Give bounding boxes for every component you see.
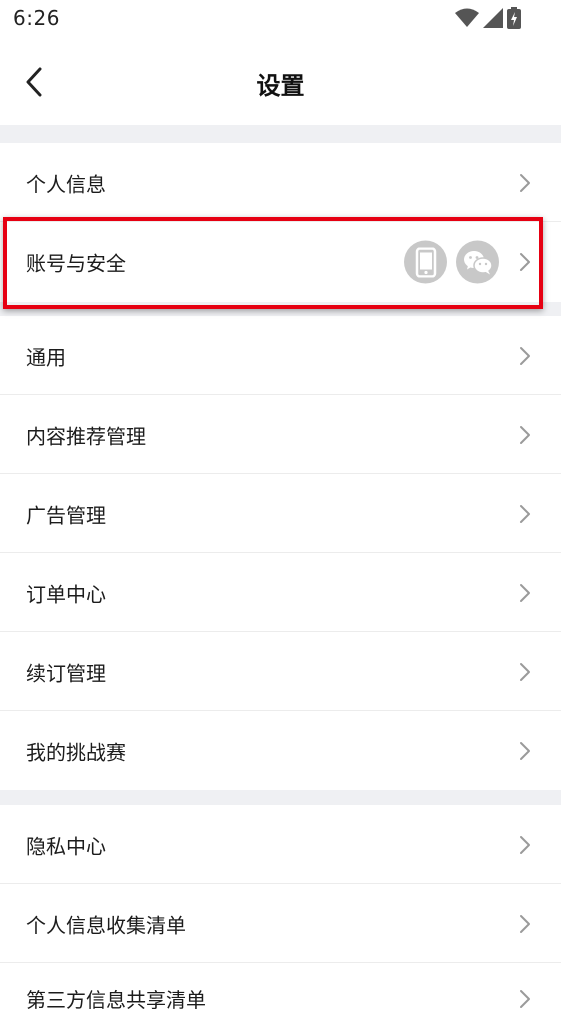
chevron-right-icon [520,662,530,681]
signal-icon [483,8,503,28]
phone-icon [415,247,436,277]
settings-item-personal-info[interactable]: 个人信息 [0,143,561,222]
chevron-right-icon [520,741,530,760]
phone-binding-badge [404,240,447,284]
settings-item-renewal-management[interactable]: 续订管理 [0,632,561,711]
settings-item-label: 隐私中心 [26,834,106,858]
battery-icon [507,7,521,29]
status-time: 6:26 [13,6,60,30]
settings-item-content-recommendation[interactable]: 内容推荐管理 [0,395,561,474]
chevron-right-icon [520,346,530,365]
wechat-icon [463,250,493,274]
account-binding-badges [404,240,499,284]
chevron-right-icon [520,253,530,271]
settings-item-label: 个人信息 [26,172,106,196]
chevron-right-icon [520,504,530,523]
chevron-right-icon [520,425,530,444]
settings-item-label: 续订管理 [26,661,106,685]
nav-header: 设置 [0,40,561,125]
settings-item-ad-management[interactable]: 广告管理 [0,474,561,553]
settings-item-label: 我的挑战赛 [26,740,126,764]
settings-item-label: 订单中心 [26,582,106,606]
section-separator [0,302,561,316]
wifi-icon [455,8,479,27]
settings-item-account-security[interactable]: 账号与安全 [0,222,561,302]
section-separator [0,790,561,805]
settings-item-order-center[interactable]: 订单中心 [0,553,561,632]
page-title: 设置 [256,72,305,100]
chevron-right-icon [520,173,530,192]
settings-item-privacy-center[interactable]: 隐私中心 [0,805,561,884]
settings-item-personal-info-collection[interactable]: 个人信息收集清单 [0,884,561,963]
chevron-right-icon [520,835,530,854]
chevron-right-icon [520,914,530,933]
settings-item-label: 账号与安全 [26,251,126,276]
settings-item-label: 广告管理 [26,503,106,527]
settings-item-general[interactable]: 通用 [0,316,561,395]
wechat-binding-badge [456,240,499,284]
chevron-right-icon [520,990,530,1008]
settings-item-label: 个人信息收集清单 [26,913,186,937]
status-bar: 6:26 [0,0,561,40]
status-icons [455,6,521,30]
settings-item-my-challenges[interactable]: 我的挑战赛 [0,711,561,790]
settings-item-third-party-sharing[interactable]: 第三方信息共享清单 [0,963,561,1012]
chevron-right-icon [520,583,530,602]
settings-item-label: 通用 [26,345,66,369]
settings-item-label: 内容推荐管理 [26,424,146,448]
section-separator [0,125,561,143]
